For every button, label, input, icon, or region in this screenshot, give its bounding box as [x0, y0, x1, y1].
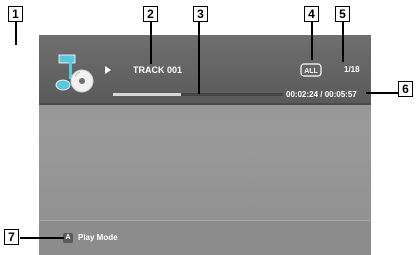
track-count: 1/18: [344, 65, 360, 74]
player-header: TRACK 001 ALL 1/18 00:02:24 / 00:05:57: [39, 35, 371, 103]
repeat-label: ALL: [304, 68, 318, 75]
header-divider: [39, 103, 371, 105]
music-disc-icon: [55, 54, 94, 93]
callout-6: 6: [398, 81, 413, 97]
callout-3-leader: [198, 22, 200, 94]
play-icon: [105, 66, 111, 74]
progress-fill: [113, 93, 181, 96]
callout-4-leader: [311, 22, 313, 60]
callout-1-leader: [15, 22, 17, 45]
player-screen: TRACK 001 ALL 1/18 00:02:24 / 00:05:57 A…: [39, 35, 371, 255]
callout-5-leader: [342, 22, 344, 62]
a-key-icon: A: [63, 233, 73, 243]
callout-6-leader: [366, 92, 398, 94]
callout-2-leader: [150, 22, 152, 64]
play-mode-label[interactable]: Play Mode: [78, 233, 118, 243]
time-display: 00:02:24 / 00:05:57: [286, 90, 357, 99]
callout-3: 3: [193, 6, 208, 22]
repeat-all-icon: ALL: [300, 63, 322, 77]
player-footer: A Play Mode: [39, 221, 371, 255]
callout-7-leader: [20, 237, 64, 239]
callout-4: 4: [304, 6, 319, 22]
callout-5: 5: [335, 6, 350, 22]
callout-7: 7: [4, 229, 19, 245]
callout-2: 2: [143, 6, 158, 22]
callout-1: 1: [8, 6, 23, 22]
track-label: TRACK 001: [133, 65, 183, 75]
